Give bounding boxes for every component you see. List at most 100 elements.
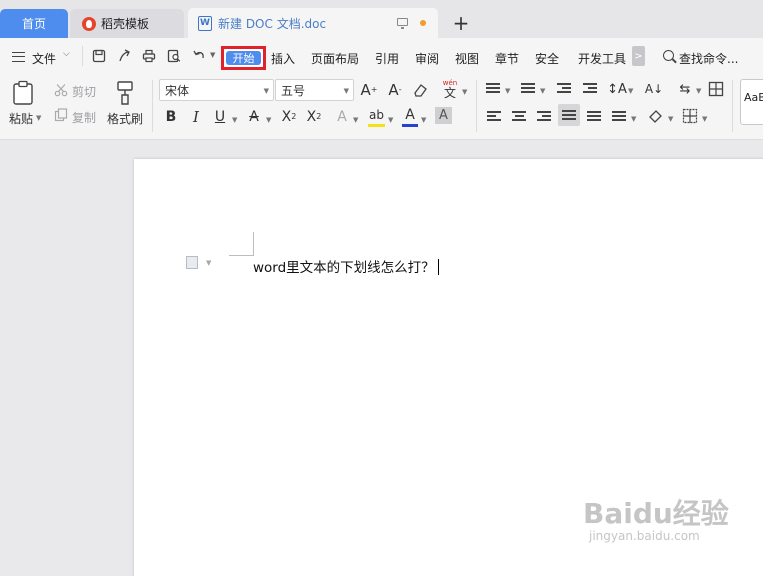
new-tab-button[interactable]: + bbox=[450, 10, 472, 36]
scissors-icon[interactable] bbox=[54, 83, 68, 97]
superscript-icon[interactable]: X2 bbox=[280, 108, 298, 126]
document-line: word里文本的下划线怎么打？ bbox=[253, 260, 435, 276]
bold-icon[interactable]: B bbox=[163, 108, 179, 126]
margin-corner-mark bbox=[229, 255, 254, 256]
paragraph-handle-arrow[interactable]: ▼ bbox=[206, 259, 211, 267]
text-effect-dropdown-arrow[interactable]: ▼ bbox=[353, 116, 358, 124]
justify-icon bbox=[562, 110, 576, 122]
text-direction-icon[interactable]: ↕A bbox=[607, 80, 627, 98]
document-body-text[interactable]: word里文本的下划线怎么打？ bbox=[253, 256, 440, 276]
paste-button[interactable]: 粘贴 bbox=[9, 110, 33, 127]
line-spacing-dropdown-arrow[interactable]: ▼ bbox=[631, 115, 636, 123]
font-size-select[interactable]: 五号 ▼ bbox=[275, 79, 354, 101]
menu-developer[interactable]: 开发工具 bbox=[578, 50, 626, 67]
format-painter-button[interactable]: 格式刷 bbox=[107, 110, 143, 127]
paragraph-handle-icon[interactable] bbox=[186, 256, 198, 269]
tab-template[interactable]: 稻壳模板 bbox=[70, 9, 184, 38]
chevron-down-icon[interactable]: ▼ bbox=[264, 87, 269, 95]
strike-dropdown-arrow[interactable]: ▼ bbox=[266, 116, 271, 124]
tab-start[interactable]: 开始 bbox=[226, 51, 261, 65]
numbered-dropdown-arrow[interactable]: ▼ bbox=[540, 87, 545, 95]
justify-button[interactable] bbox=[558, 104, 580, 126]
font-name-value: 宋体 bbox=[165, 83, 190, 98]
copy-button[interactable]: 复制 bbox=[72, 109, 96, 126]
font-color-dropdown-arrow[interactable]: ▼ bbox=[421, 116, 426, 124]
grow-font-icon[interactable]: A + bbox=[360, 81, 378, 99]
export-pdf-icon[interactable] bbox=[117, 49, 131, 63]
paragraph-shading-icon[interactable] bbox=[648, 108, 664, 124]
underline-icon[interactable]: U bbox=[212, 108, 228, 126]
sort-icon[interactable]: A↓ bbox=[645, 80, 663, 98]
font-size-value: 五号 bbox=[281, 83, 306, 98]
text-effect-icon[interactable]: A bbox=[334, 108, 350, 126]
phonetic-dropdown-arrow[interactable]: ▼ bbox=[462, 88, 467, 96]
subscript-icon[interactable]: X2 bbox=[305, 108, 323, 126]
paste-icon[interactable] bbox=[12, 80, 36, 106]
strikethrough-icon[interactable]: A bbox=[246, 108, 262, 126]
menu-view[interactable]: 视图 bbox=[455, 50, 479, 67]
menu-insert[interactable]: 插入 bbox=[271, 50, 295, 67]
divider bbox=[476, 80, 477, 132]
ribbon-home: 粘贴 ▼ 剪切 复制 格式刷 宋体 ▼ 五号 ▼ A + A- wén 文 ▼ B… bbox=[0, 74, 763, 140]
menu-chapter[interactable]: 章节 bbox=[495, 50, 519, 67]
underline-dropdown-arrow[interactable]: ▼ bbox=[232, 116, 237, 124]
undo-dropdown-arrow[interactable]: ▼ bbox=[210, 51, 215, 59]
distribute-icon[interactable] bbox=[587, 111, 601, 123]
increase-indent-icon[interactable] bbox=[583, 83, 597, 95]
copy-icon[interactable] bbox=[54, 108, 68, 122]
align-left-icon[interactable] bbox=[487, 111, 501, 123]
monitor-icon[interactable] bbox=[397, 18, 408, 29]
clear-format-icon[interactable] bbox=[412, 82, 428, 98]
bullet-list-icon[interactable] bbox=[486, 83, 500, 95]
shrink-font-icon[interactable]: A- bbox=[386, 81, 404, 99]
borders-dropdown-arrow[interactable]: ▼ bbox=[702, 115, 707, 123]
print-icon[interactable] bbox=[142, 49, 156, 63]
align-center-icon[interactable] bbox=[512, 111, 526, 123]
menu-page-layout[interactable]: 页面布局 bbox=[311, 50, 359, 67]
tab-start-highlight[interactable]: 开始 bbox=[221, 46, 266, 70]
highlighter-dropdown-arrow[interactable]: ▼ bbox=[388, 116, 393, 124]
char-shading-icon[interactable]: A bbox=[435, 107, 452, 124]
tab-document-label: 新建 DOC 文档.doc bbox=[218, 16, 327, 31]
chevron-down-icon[interactable]: ▼ bbox=[344, 87, 349, 95]
line-spacing-icon[interactable] bbox=[612, 111, 626, 123]
table-insert-icon[interactable] bbox=[708, 81, 724, 97]
borders-icon[interactable] bbox=[682, 108, 698, 124]
cut-button[interactable]: 剪切 bbox=[72, 83, 96, 100]
text-caret bbox=[437, 259, 440, 275]
format-painter-icon[interactable] bbox=[114, 80, 136, 106]
bullet-dropdown-arrow[interactable]: ▼ bbox=[505, 87, 510, 95]
numbered-list-icon[interactable] bbox=[521, 83, 535, 95]
unsaved-dot-icon bbox=[420, 20, 426, 26]
print-preview-icon[interactable] bbox=[167, 49, 181, 63]
marks-dropdown-arrow[interactable]: ▼ bbox=[696, 87, 701, 95]
show-hide-marks-icon[interactable]: ⇆ bbox=[676, 80, 694, 98]
menu-references[interactable]: 引用 bbox=[375, 50, 399, 67]
save-icon[interactable] bbox=[92, 49, 106, 63]
watermark-url: jingyan.baidu.com bbox=[589, 529, 700, 543]
tab-home[interactable]: 首页 bbox=[0, 9, 68, 38]
tab-home-label: 首页 bbox=[21, 17, 46, 31]
phonetic-guide-icon[interactable]: wén 文 bbox=[440, 78, 460, 100]
menu-review[interactable]: 审阅 bbox=[415, 50, 439, 67]
undo-icon[interactable] bbox=[192, 49, 206, 63]
command-search[interactable]: 查找命令... bbox=[679, 50, 738, 67]
font-color-icon[interactable]: A bbox=[402, 106, 418, 127]
align-right-icon[interactable] bbox=[537, 111, 551, 123]
menu-security[interactable]: 安全 bbox=[535, 50, 559, 67]
font-name-select[interactable]: 宋体 ▼ bbox=[159, 79, 274, 101]
menu-file[interactable]: 文件 bbox=[32, 50, 56, 67]
italic-icon[interactable]: I bbox=[188, 108, 204, 126]
style-gallery-item[interactable]: AaB bbox=[740, 79, 763, 125]
shading-dropdown-arrow[interactable]: ▼ bbox=[668, 115, 673, 123]
text-direction-dropdown-arrow[interactable]: ▼ bbox=[628, 87, 633, 95]
highlighter-icon[interactable]: ab bbox=[368, 106, 385, 127]
more-tabs-button[interactable]: > bbox=[632, 46, 645, 66]
hamburger-icon[interactable] bbox=[12, 52, 25, 62]
baidu-jingyan-watermark: Baidu经验 jingyan.baidu.com bbox=[583, 499, 729, 544]
decrease-indent-icon[interactable] bbox=[557, 83, 571, 95]
tab-document[interactable]: W 新建 DOC 文档.doc bbox=[188, 8, 438, 38]
search-icon[interactable] bbox=[663, 50, 674, 61]
paste-dropdown-arrow[interactable]: ▼ bbox=[36, 114, 41, 122]
chevron-down-icon[interactable]: ⌵ bbox=[63, 49, 70, 59]
